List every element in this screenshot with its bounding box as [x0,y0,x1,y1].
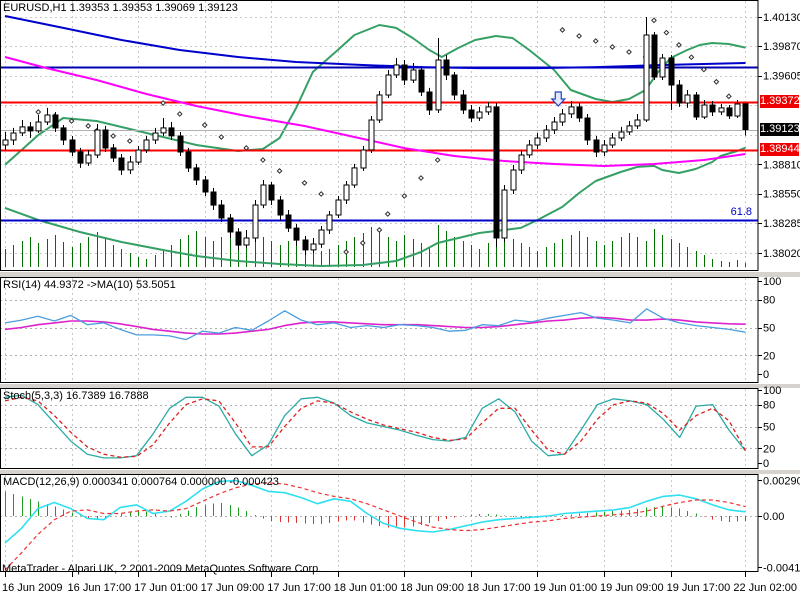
svg-text:18 Jun 09:00: 18 Jun 09:00 [400,582,464,594]
svg-text:50: 50 [763,323,775,335]
svg-text:1.38285: 1.38285 [763,218,800,230]
svg-text:17 Jun 09:00: 17 Jun 09:00 [201,582,265,594]
svg-text:16 Jun 2009: 16 Jun 2009 [2,582,63,594]
svg-text:18 Jun 17:00: 18 Jun 17:00 [467,582,531,594]
svg-text:-0.00419: -0.00419 [763,562,800,574]
price-badge-support: 1.38944 [760,143,800,156]
price-badge-current: 1.39123 [760,123,800,136]
chart-canvas[interactable]: 1.40130 1.39870 1.39605 1.38810 1.38550 1.382… [0,0,800,600]
svg-text:16 Jun 17:00: 16 Jun 17:00 [68,582,132,594]
rsi-label: RSI(14) 44.9372 ->MA(10) 53.5051 [3,279,176,291]
svg-text:22 Jun 02:00: 22 Jun 02:00 [733,582,797,594]
svg-text:17 Jun 01:00: 17 Jun 01:00 [134,582,198,594]
svg-text:18 Jun 01:00: 18 Jun 01:00 [334,582,398,594]
svg-text:0.00: 0.00 [763,511,784,523]
price-badge-resistance: 1.39372 [760,95,800,108]
svg-text:1.39870: 1.39870 [763,41,800,53]
svg-text:1.38550: 1.38550 [763,189,800,201]
stoch-label: Stoch(5,3,3) 16.7389 16.7888 [3,390,149,402]
svg-text:0: 0 [763,458,769,470]
svg-text:100: 100 [763,276,781,288]
svg-text:1.39605: 1.39605 [763,71,800,83]
chart-title: EURUSD,H1 1.39353 1.39353 1.39069 1.3912… [3,2,238,14]
svg-text:1.38020: 1.38020 [763,248,800,260]
svg-text:80: 80 [763,400,775,412]
svg-text:50: 50 [763,422,775,434]
macd-label: MACD(12,26,9) 0.000341 0.000764 0.000000… [3,476,279,488]
svg-text:19 Jun 17:00: 19 Jun 17:00 [667,582,731,594]
svg-text:0: 0 [763,369,769,381]
metatrader-chart-window: 1.40130 1.39870 1.39605 1.38810 1.38550 1.382… [0,0,800,600]
svg-text:19 Jun 01:00: 19 Jun 01:00 [533,582,597,594]
fib-level-label: 61.8 [730,206,752,218]
svg-text:1.40130: 1.40130 [763,12,800,24]
svg-text:80: 80 [763,295,775,307]
svg-text:20: 20 [763,443,775,455]
svg-text:100: 100 [763,385,781,397]
time-axis: 16 Jun 2009 16 Jun 17:00 17 Jun 01:00 17 Ju… [2,572,797,594]
svg-text:20: 20 [763,350,775,362]
svg-text:17 Jun 17:00: 17 Jun 17:00 [267,582,331,594]
svg-text:0.002905: 0.002905 [763,475,800,487]
copyright-text: MetaTrader - Alpari UK, ? 2001-2009 Meta… [2,563,322,575]
svg-text:19 Jun 09:00: 19 Jun 09:00 [600,582,664,594]
svg-text:1.38810: 1.38810 [763,159,800,171]
